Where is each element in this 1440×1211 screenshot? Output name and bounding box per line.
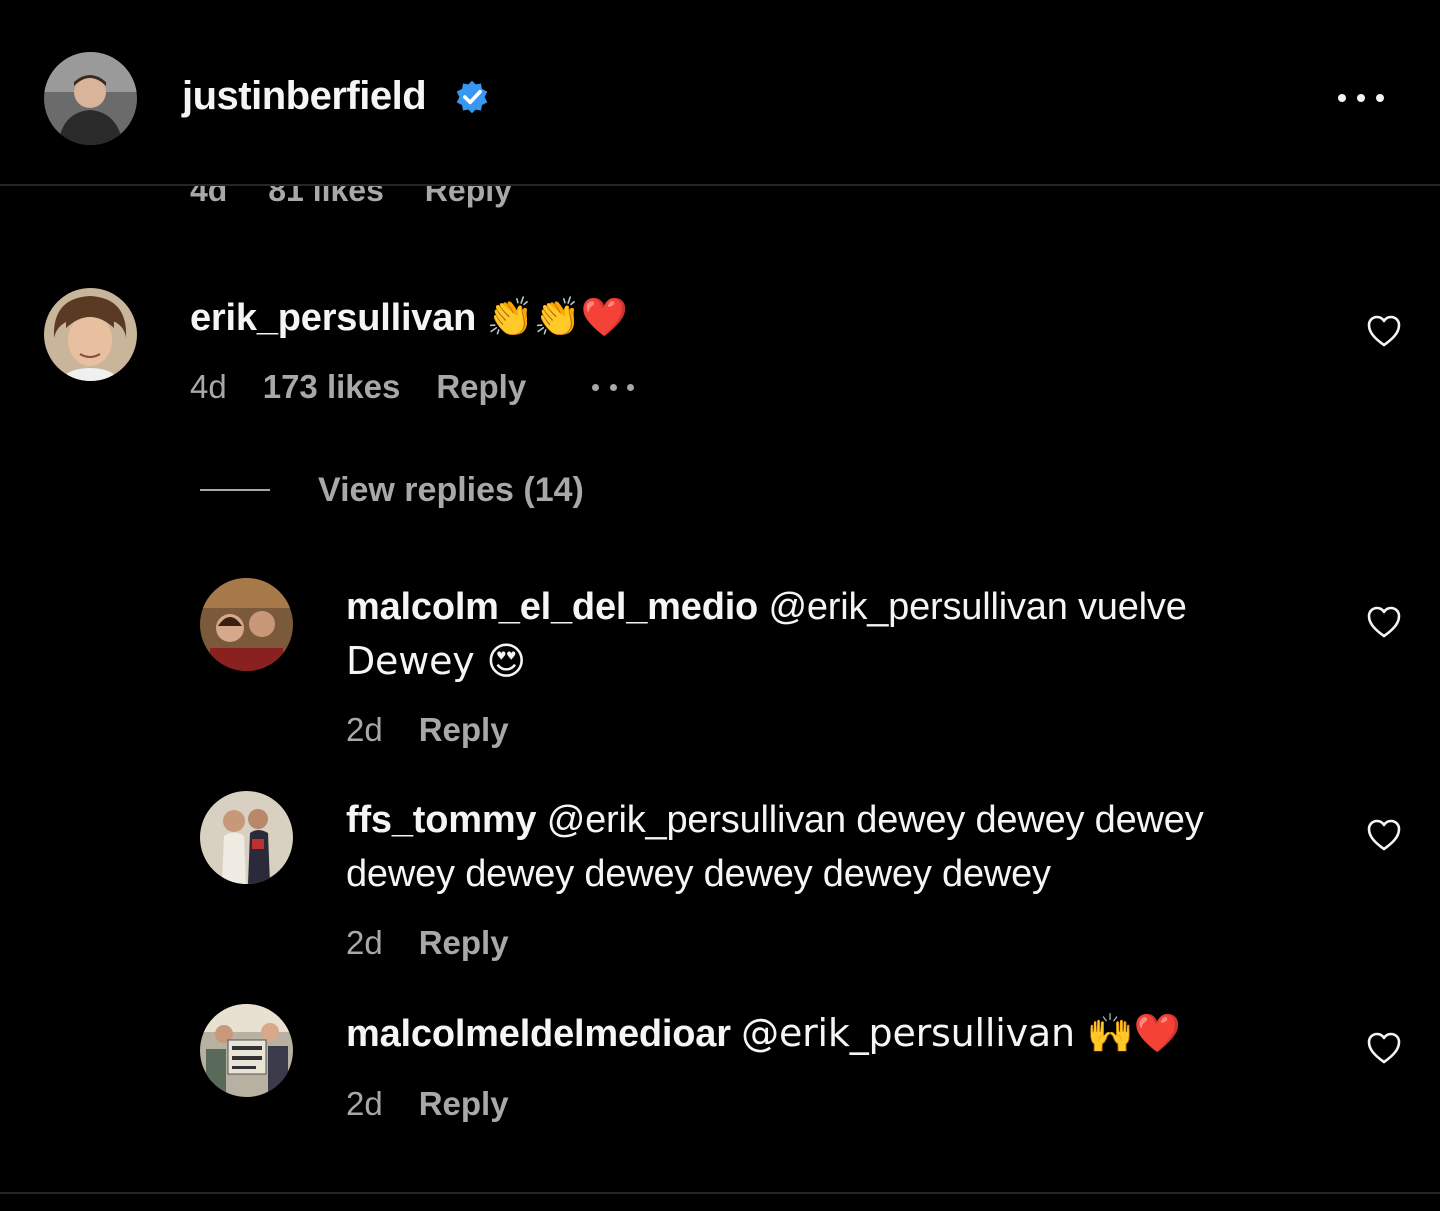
comment-text: erik_persullivan 👏👏❤️ <box>190 290 628 345</box>
comment-reply-button[interactable]: Reply <box>436 368 526 406</box>
like-heart-icon[interactable] <box>1366 314 1402 348</box>
reply-body-line2: Dewey 😍 <box>346 639 526 683</box>
reply-meta: 2d Reply <box>346 711 509 749</box>
comment-more-icon[interactable] <box>592 377 635 397</box>
reply-time: 2d <box>346 1085 383 1122</box>
view-replies-label: View replies (14) <box>318 470 584 509</box>
comments-panel: justinberfield 4d 81 likes Reply erik_pe… <box>0 0 1440 1211</box>
reply-text: malcolm_el_del_medio @erik_persullivan v… <box>346 580 1326 688</box>
bottom-divider <box>0 1192 1440 1194</box>
reply-text: ffs_tommy @erik_persullivan dewey dewey … <box>346 793 1326 901</box>
user-avatar-icon <box>44 288 137 381</box>
like-heart-icon[interactable] <box>1366 818 1402 852</box>
reply-reply-button[interactable]: Reply <box>419 711 509 749</box>
header-avatar[interactable] <box>44 52 137 145</box>
reply-reply-button[interactable]: Reply <box>419 1085 509 1123</box>
comment-username[interactable]: erik_persullivan <box>190 297 476 339</box>
view-replies-button[interactable]: View replies (14) <box>200 468 584 512</box>
reply-meta: 2d Reply <box>346 1085 509 1123</box>
like-heart-icon[interactable] <box>1366 605 1402 639</box>
reply-meta: 2d Reply <box>346 924 509 962</box>
comment-time: 4d <box>190 368 227 405</box>
like-heart-icon[interactable] <box>1366 1031 1402 1065</box>
comment-likes[interactable]: 173 likes <box>263 368 401 406</box>
user-avatar-icon <box>44 52 137 145</box>
reply-body-line1: @erik_persullivan 🙌❤️ <box>741 1011 1181 1055</box>
reply-body-line2: dewey dewey dewey dewey dewey dewey <box>346 853 1051 895</box>
reply-avatar[interactable] <box>200 578 293 671</box>
reply-time: 2d <box>346 711 383 748</box>
user-avatar-icon <box>200 578 293 671</box>
reply-reply-button[interactable]: Reply <box>419 924 509 962</box>
more-options-icon[interactable] <box>1338 88 1384 108</box>
reply-text: malcolmeldelmedioar @erik_persullivan 🙌❤… <box>346 1006 1326 1061</box>
comment-body: 👏👏❤️ <box>486 295 629 339</box>
reply-time: 2d <box>346 924 383 961</box>
reply-avatar[interactable] <box>200 1004 293 1097</box>
verified-badge-icon <box>456 80 488 114</box>
comment-avatar[interactable] <box>44 288 137 381</box>
user-avatar-icon <box>200 1004 293 1097</box>
header-username[interactable]: justinberfield <box>182 74 427 119</box>
reply-avatar[interactable] <box>200 791 293 884</box>
reply-username[interactable]: malcolmeldelmedioar <box>346 1013 731 1055</box>
user-avatar-icon <box>200 791 293 884</box>
reply-body-line1: @erik_persullivan dewey dewey dewey <box>546 799 1204 841</box>
post-header: justinberfield <box>0 0 1440 186</box>
reply-username[interactable]: malcolm_el_del_medio <box>346 586 758 628</box>
view-replies-divider <box>200 489 270 491</box>
reply-body-line1: @erik_persullivan vuelve <box>768 586 1187 628</box>
comment-meta: 4d 173 likes Reply <box>190 368 635 406</box>
reply-username[interactable]: ffs_tommy <box>346 799 537 841</box>
